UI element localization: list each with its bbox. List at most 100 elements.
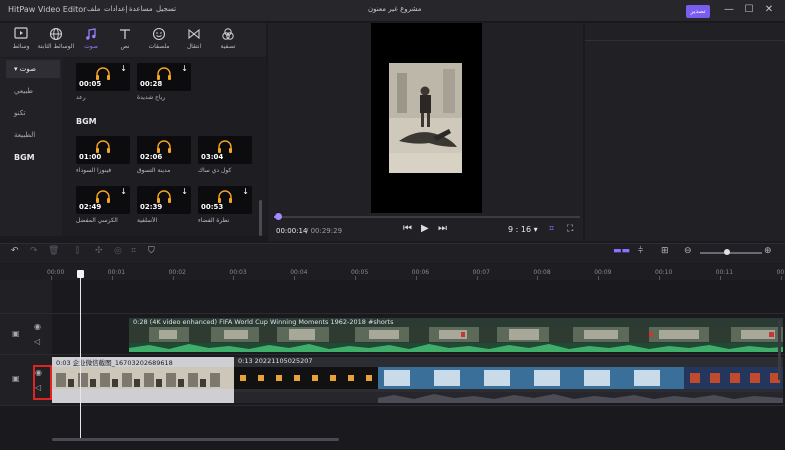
media-scrollbar[interactable] [259, 200, 262, 236]
category-natural[interactable]: طبيعي [6, 82, 60, 100]
zoom-in-icon[interactable]: ⊕ [764, 246, 772, 256]
preview-progress-handle[interactable] [275, 213, 283, 220]
bgm-card-title: فينوزا السوداء [76, 167, 112, 174]
ruler-tick-label: 00:05 [351, 269, 369, 276]
current-time: 00:00:14 [276, 227, 308, 235]
audio-card[interactable]: ↓ 00:28 [137, 63, 191, 91]
split-icon[interactable]: ⫿ [76, 246, 79, 256]
total-time: / 00:29:29 [306, 227, 343, 235]
playhead-line[interactable] [80, 276, 81, 440]
menu-help[interactable]: مساعدة [129, 5, 153, 13]
play-icon[interactable]: ▶ [421, 223, 429, 234]
project-title: مشروع غير معنون [368, 5, 422, 13]
crop-clip-icon[interactable]: ⌗ [131, 246, 136, 256]
video-track-icon: ▣ [12, 374, 20, 383]
bgm-card-title: مدينة التسوق [137, 167, 171, 174]
fullscreen-icon[interactable]: ⛶ [567, 224, 573, 234]
timeline-vertical-scrollbar[interactable] [778, 320, 781, 380]
clip-thumbnails [234, 367, 783, 389]
bgm-card[interactable]: ↓ 02:39 [137, 186, 191, 214]
redo-icon[interactable]: ↷ [30, 246, 38, 256]
ruler-tick-label: 00:06 [411, 269, 430, 276]
bgm-card-title: نظرة الفضاء [198, 217, 230, 224]
video-track-icon: ▣ [12, 329, 20, 338]
menu-login[interactable]: تسجيل [156, 5, 176, 13]
previous-frame-icon[interactable]: ⏮ [403, 223, 412, 234]
speaker-icon[interactable]: ◁ [34, 337, 40, 346]
ruler-tick-label: 00:04 [290, 269, 308, 276]
export-button[interactable]: تصدير [686, 5, 710, 18]
ruler-tick-label: 00:12 [776, 269, 785, 276]
playhead-handle[interactable] [77, 270, 84, 278]
bgm-card[interactable]: ↓ 02:49 [76, 186, 130, 214]
close-icon[interactable]: ✕ [762, 3, 776, 17]
tab-media[interactable]: وسائط [2, 25, 40, 55]
tab-transitions[interactable]: انتقال [175, 25, 213, 55]
crop-icon[interactable]: ⌗ [549, 224, 554, 234]
minimize-icon[interactable]: — [722, 3, 736, 17]
audio-card-title: رياح شديدة [137, 94, 166, 101]
video-clip-20221105[interactable]: 0:13 20221105025207 [234, 357, 783, 403]
track-divider [0, 354, 785, 355]
bgm-card[interactable]: 03:04 [198, 136, 252, 164]
visibility-eye-icon[interactable]: ◉ [34, 322, 41, 331]
marker-icon[interactable]: ⛉ [148, 246, 155, 256]
filter-icon [209, 27, 247, 43]
preview-progress-track[interactable] [274, 216, 580, 218]
ruler-tick-label: 00:08 [533, 269, 551, 276]
ruler-tick-label: 00:07 [472, 269, 490, 276]
bgm-card[interactable]: 02:06 [137, 136, 191, 164]
ruler-tick-label: 00:03 [229, 269, 247, 276]
tab-audio[interactable]: صوت [72, 25, 110, 55]
maximize-icon[interactable]: ☐ [742, 3, 756, 17]
tab-stickers[interactable]: ملصقات [140, 25, 178, 55]
speed-icon[interactable]: ◎ [114, 246, 122, 256]
category-techno[interactable]: تكنو [6, 104, 60, 122]
menu-settings[interactable]: إعدادات [104, 5, 127, 13]
media-icon [2, 27, 40, 43]
undo-icon[interactable]: ↶ [11, 246, 19, 256]
zoom-slider[interactable] [700, 252, 762, 254]
music-note-icon [72, 27, 110, 43]
next-frame-icon[interactable]: ⏭ [438, 223, 447, 234]
aspect-ratio-select[interactable]: 9 : 16 ▾ [508, 225, 538, 234]
bgm-card-title: كول دي ساك [198, 167, 232, 174]
clip-audio-waveform [129, 343, 783, 352]
track-header-empty [0, 280, 52, 313]
audio-card[interactable]: ↓ 00:05 [76, 63, 130, 91]
clip-audio-waveform [234, 392, 783, 403]
track-snap-icon[interactable]: ▬▬ [613, 246, 630, 256]
track-header-video-1 [0, 314, 52, 354]
download-icon[interactable]: ↓ [181, 64, 188, 73]
bgm-card[interactable]: 01:00 [76, 136, 130, 164]
download-icon[interactable]: ↓ [242, 187, 249, 196]
ruler-tick-label: 00:09 [594, 269, 612, 276]
category-sound[interactable]: ▾ صوت [6, 60, 60, 78]
zoom-slider-handle[interactable] [724, 249, 730, 255]
download-icon[interactable]: ↓ [120, 64, 127, 73]
category-nature[interactable]: الطبيعة [6, 126, 60, 144]
zoom-out-icon[interactable]: ⊖ [684, 246, 692, 256]
track-controls-highlight [33, 365, 52, 400]
delete-icon[interactable]: 🗑 [48, 246, 59, 256]
ruler-tick-label: 00:02 [168, 269, 186, 276]
tab-filters[interactable]: تصفية [209, 25, 247, 55]
category-bgm[interactable]: BGM [6, 149, 60, 167]
download-icon[interactable]: ↓ [120, 187, 127, 196]
tab-stock-media[interactable]: الوسائط الثابتة [37, 25, 75, 55]
video-clip-fifa[interactable]: 0:28 (4K video enhanced) FIFA World Cup … [129, 318, 783, 352]
text-icon [106, 27, 144, 43]
freeze-icon[interactable]: ✣ [95, 246, 103, 256]
ruler-tick-label: 00:00 [47, 269, 65, 276]
magnet-icon[interactable]: ⫩ [638, 246, 643, 256]
preview-frame-image [389, 63, 462, 173]
tab-text[interactable]: نص [106, 25, 144, 55]
download-icon[interactable]: ↓ [181, 187, 188, 196]
bgm-section-heading: BGM [76, 117, 97, 126]
timeline-horizontal-scrollbar[interactable] [52, 438, 339, 441]
bgm-card-title: الأسلفية [137, 217, 158, 224]
app-title: HitPaw Video Editor [8, 5, 87, 14]
bgm-card[interactable]: ↓ 00:53 [198, 186, 252, 214]
menu-file[interactable]: ملف [87, 5, 100, 13]
fit-timeline-icon[interactable]: ⊞ [661, 246, 669, 256]
